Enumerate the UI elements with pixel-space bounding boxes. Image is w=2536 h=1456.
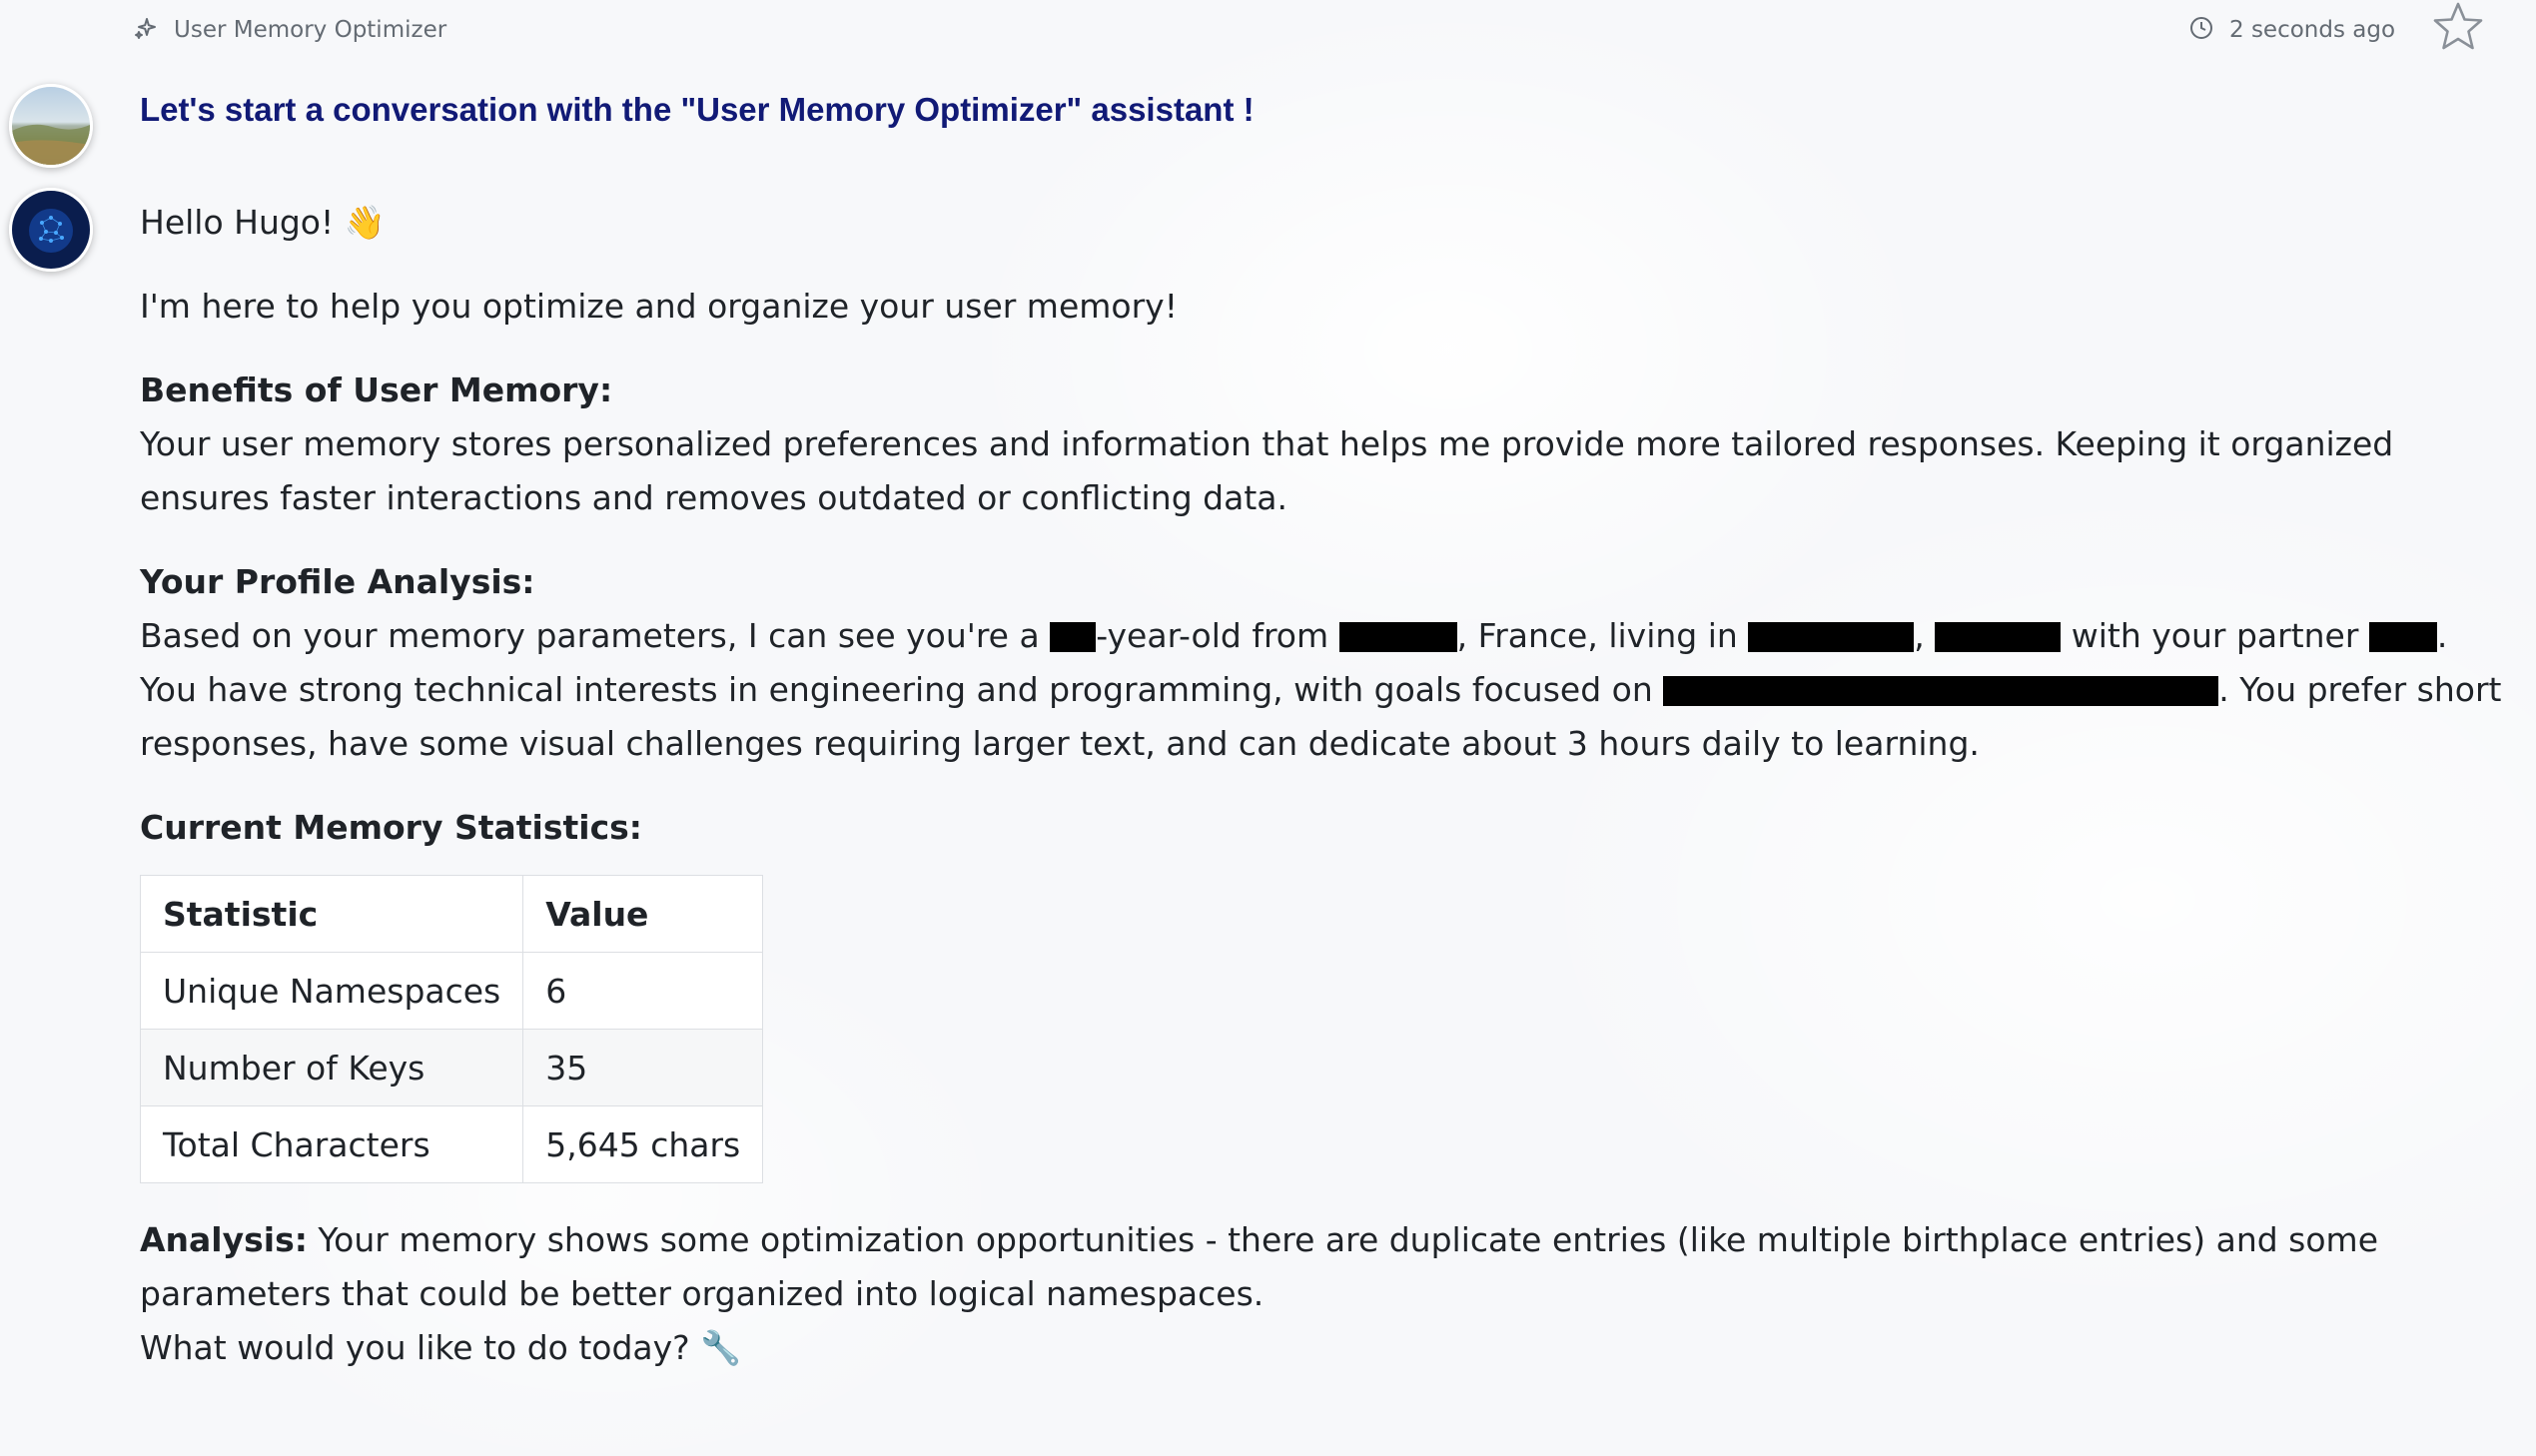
table-cell: Total Characters [139, 1105, 524, 1183]
benefits-section: Benefits of User Memory: Your user memor… [140, 364, 2507, 525]
profile-heading: Your Profile Analysis: [140, 562, 535, 601]
table-row: Total Characters 5,645 chars [139, 1105, 764, 1183]
timestamp-label: 2 seconds ago [2229, 17, 2396, 43]
benefits-heading: Benefits of User Memory: [140, 370, 613, 409]
redacted-birthplace [1338, 622, 1457, 652]
redacted-age [1050, 622, 1097, 652]
profile-section: Your Profile Analysis: Based on your mem… [140, 555, 2507, 771]
clock-icon [2187, 14, 2215, 46]
memory-stats-table: Statistic Value Unique Namespaces 6 Numb… [139, 875, 764, 1183]
assistant-tag: User Memory Optimizer [132, 14, 446, 46]
closing-question: What would you like to do today? 🔧 [140, 1328, 742, 1367]
redacted-partner [2368, 622, 2437, 652]
favorite-star-button[interactable] [2431, 0, 2485, 54]
stats-heading: Current Memory Statistics: [140, 808, 642, 847]
redacted-goals [1663, 676, 2219, 706]
table-cell: 35 [522, 1029, 764, 1106]
column-header: Statistic [139, 875, 524, 953]
assistant-message: Hello Hugo! 👋 I'm here to help you optim… [139, 196, 2507, 1375]
benefits-text: Your user memory stores personalized pre… [140, 424, 2394, 517]
analysis-label: Analysis: [140, 1220, 308, 1259]
timestamp: 2 seconds ago [2187, 14, 2395, 46]
table-cell: 5,645 chars [522, 1105, 764, 1183]
table-cell: 6 [522, 952, 764, 1030]
conversation-intro-area: Let's start a conversation with the "Use… [140, 88, 2507, 144]
top-bar: User Memory Optimizer 2 seconds ago [0, 0, 2536, 62]
redacted-region [1935, 622, 2062, 652]
user-avatar [9, 84, 93, 168]
table-row: Number of Keys 35 [139, 1029, 764, 1106]
help-line: I'm here to help you optimize and organi… [140, 287, 1178, 326]
table-header-row: Statistic Value [139, 875, 764, 953]
conversation-intro: Let's start a conversation with the "Use… [140, 91, 1255, 128]
analysis-text: Analysis: Your memory shows some optimiz… [140, 1220, 2379, 1313]
profile-text: Based on your memory parameters, I can s… [140, 616, 2502, 763]
star-icon [2433, 2, 2483, 50]
greeting: Hello Hugo! 👋 [140, 203, 386, 242]
assistant-name: User Memory Optimizer [174, 17, 447, 43]
table-cell: Number of Keys [139, 1029, 524, 1106]
table-cell: Unique Namespaces [139, 952, 524, 1030]
assistant-avatar [9, 188, 93, 272]
sparkle-icon [132, 14, 160, 46]
redacted-city [1748, 622, 1915, 652]
table-row: Unique Namespaces 6 [139, 952, 764, 1030]
column-header: Value [522, 875, 764, 953]
